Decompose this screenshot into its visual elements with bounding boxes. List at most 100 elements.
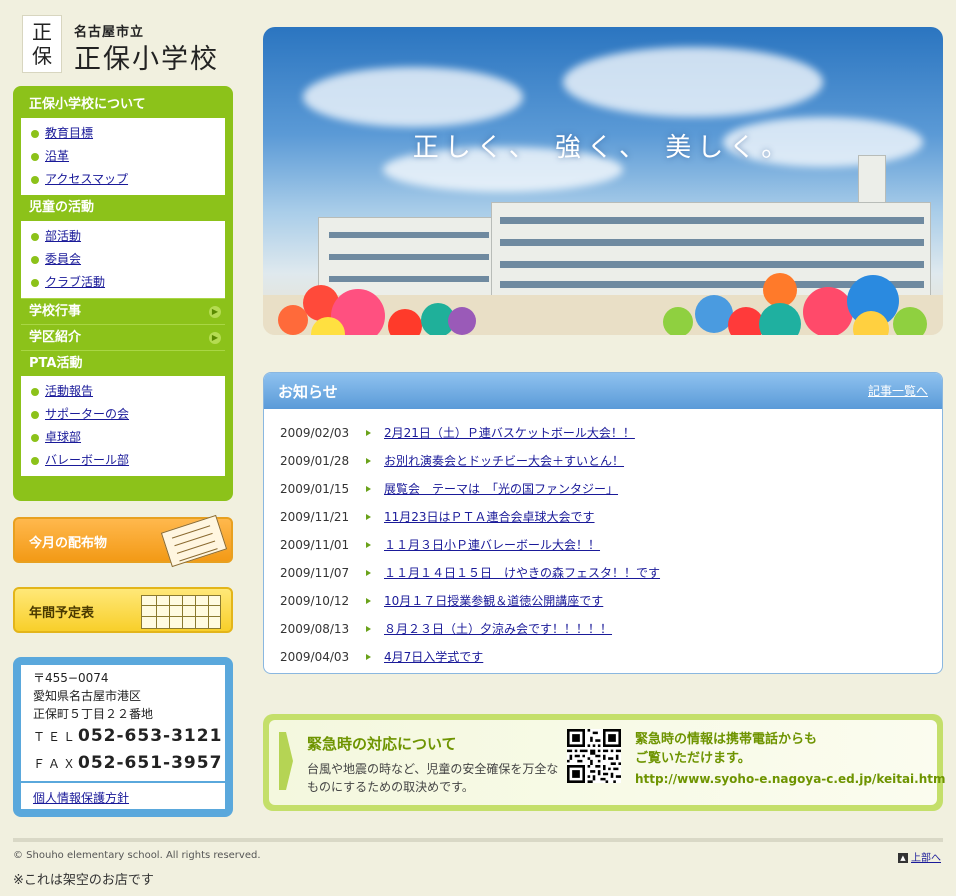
nav-link-volleyball[interactable]: バレーボール部 bbox=[45, 453, 129, 467]
nav-item-goals[interactable]: 教育目標 bbox=[31, 122, 225, 145]
nav-section-events-label: 学校行事 bbox=[29, 304, 82, 319]
hero-image: 正しく、 強く、 美しく。 bbox=[263, 27, 943, 335]
news-item: 2009/01/28 お別れ演奏会とドッチビー大会＋すいとん！ bbox=[280, 447, 942, 475]
nav-section-events[interactable]: 学校行事 ▶ bbox=[21, 298, 225, 324]
nav-item-history[interactable]: 沿革 bbox=[31, 145, 225, 168]
nav-link-club-activities[interactable]: クラブ活動 bbox=[45, 275, 105, 289]
privacy-policy-link[interactable]: 個人情報保護方針 bbox=[33, 791, 129, 805]
flower-decoration bbox=[663, 307, 693, 335]
nav-link-access-map[interactable]: アクセスマップ bbox=[45, 172, 128, 186]
nav-item-committee[interactable]: 委員会 bbox=[31, 248, 225, 271]
bullet-icon bbox=[31, 176, 39, 184]
arrow-right-icon: ▶ bbox=[209, 306, 221, 318]
logo-mark-bottom: 保 bbox=[32, 44, 52, 68]
nav-item-supporters[interactable]: サポーターの会 bbox=[31, 403, 225, 426]
monthly-handouts-label: 今月の配布物 bbox=[29, 536, 108, 551]
nav-list-about: 教育目標 沿革 アクセスマップ bbox=[21, 118, 225, 195]
nav-item-table-tennis[interactable]: 卓球部 bbox=[31, 426, 225, 449]
arrow-right-icon: ▶ bbox=[209, 332, 221, 344]
fictional-note: ※これは架空のお店です bbox=[13, 873, 154, 888]
news-link[interactable]: 展覧会 テーマは 「光の国ファンタジー」 bbox=[384, 475, 618, 503]
nav-list-activities: 部活動 委員会 クラブ活動 bbox=[21, 221, 225, 298]
emergency-banner-body: 緊急時の対応について 台風や地震の時など、児童の安全確保を万全なものにするための… bbox=[269, 720, 946, 805]
triangle-bullet-icon bbox=[366, 626, 371, 632]
news-link[interactable]: １１月３日小Ｐ連バレーボール大会！！ bbox=[384, 531, 600, 559]
sidebar-nav: 正保小学校について 教育目標 沿革 アクセスマップ 児童の活動 部活動 委員会 … bbox=[13, 86, 233, 501]
nav-item-reports[interactable]: 活動報告 bbox=[31, 380, 225, 403]
nav-item-access-map[interactable]: アクセスマップ bbox=[31, 168, 225, 191]
flower-decoration bbox=[763, 273, 797, 307]
news-item: 2009/11/21 11月23日はＰＴＡ連合会卓球大会です bbox=[280, 503, 942, 531]
flower-decoration bbox=[448, 307, 476, 335]
calendar-icon bbox=[141, 595, 221, 629]
qr-code-icon bbox=[567, 729, 621, 783]
contact-info-body: 〒455−0074 愛知県名古屋市港区 正保町５丁目２２番地 ＴＥＬ052-65… bbox=[21, 665, 225, 809]
nav-link-history[interactable]: 沿革 bbox=[45, 149, 69, 163]
document-icon bbox=[160, 514, 228, 568]
news-item: 2009/11/07 １１月１４日１５日 けやきの森フェスタ！！です bbox=[280, 559, 942, 587]
logo-mark-top: 正 bbox=[32, 20, 52, 44]
news-date: 2009/01/15 bbox=[280, 482, 350, 496]
nav-link-supporters[interactable]: サポーターの会 bbox=[45, 407, 129, 421]
news-link[interactable]: 10月１７日授業参観＆道徳公開講座です bbox=[384, 587, 603, 615]
nav-section-pta[interactable]: PTA活動 bbox=[21, 350, 225, 376]
news-date: 2009/11/21 bbox=[280, 510, 350, 524]
logo-mark: 正 保 bbox=[22, 15, 62, 73]
nav-item-volleyball[interactable]: バレーボール部 bbox=[31, 449, 225, 472]
nav-link-table-tennis[interactable]: 卓球部 bbox=[45, 430, 81, 444]
fax: ＦＡＸ052-651-3957 bbox=[33, 750, 221, 777]
nav-link-committee[interactable]: 委員会 bbox=[45, 252, 81, 266]
fax-number: 052-651-3957 bbox=[78, 753, 223, 773]
yearly-schedule-banner[interactable]: 年間予定表 bbox=[13, 587, 233, 633]
school-logo[interactable]: 正 保 名古屋市立 正保小学校 bbox=[22, 15, 232, 75]
news-link[interactable]: 11月23日はＰＴＡ連合会卓球大会です bbox=[384, 503, 595, 531]
bullet-icon bbox=[31, 279, 39, 287]
address-line1: 愛知県名古屋市港区 bbox=[33, 689, 142, 703]
yearly-schedule-label: 年間予定表 bbox=[29, 606, 95, 621]
emergency-description: 台風や地震の時など、児童の安全確保を万全なものにするための取決めです。 bbox=[307, 762, 559, 794]
triangle-bullet-icon bbox=[366, 514, 371, 520]
nav-link-goals[interactable]: 教育目標 bbox=[45, 126, 93, 140]
bullet-icon bbox=[31, 411, 39, 419]
mobile-url: http://www.syoho-e.nagoya-c.ed.jp/keitai… bbox=[635, 772, 946, 786]
address-line2: 正保町５丁目２２番地 bbox=[33, 707, 154, 721]
bullet-icon bbox=[31, 130, 39, 138]
triangle-bullet-icon bbox=[366, 598, 371, 604]
nav-section-activities[interactable]: 児童の活動 bbox=[21, 195, 225, 221]
news-item: 2009/01/15 展覧会 テーマは 「光の国ファンタジー」 bbox=[280, 475, 942, 503]
triangle-bullet-icon bbox=[366, 654, 371, 660]
tel: ＴＥＬ052-653-3121 bbox=[33, 723, 221, 750]
nav-item-clubs[interactable]: 部活動 bbox=[31, 225, 225, 248]
school-building bbox=[318, 217, 498, 297]
monthly-handouts-banner[interactable]: 今月の配布物 bbox=[13, 514, 233, 568]
triangle-bullet-icon bbox=[366, 542, 371, 548]
news-date: 2009/04/03 bbox=[280, 650, 350, 664]
hero-slogan: 正しく、 強く、 美しく。 bbox=[412, 133, 794, 163]
mobile-info-text: 緊急時の情報は携帯電話からも ご覧いただけます。 bbox=[635, 730, 817, 768]
mobile-info-line1: 緊急時の情報は携帯電話からも bbox=[635, 732, 818, 747]
news-date: 2009/10/12 bbox=[280, 594, 350, 608]
arrow-up-icon: ▲ bbox=[898, 853, 908, 863]
page-top-link[interactable]: ▲ 上部へ bbox=[898, 849, 941, 864]
nav-section-district[interactable]: 学区紹介 ▶ bbox=[21, 324, 225, 350]
news-link[interactable]: ８月２３日（土）夕涼み会です！！！！！ bbox=[384, 615, 612, 643]
news-date: 2009/02/03 bbox=[280, 426, 350, 440]
news-date: 2009/11/07 bbox=[280, 566, 350, 580]
news-all-link[interactable]: 記事一覧へ bbox=[868, 382, 928, 399]
news-link[interactable]: 2月21日（土）Ｐ連バスケットボール大会！！ bbox=[384, 419, 635, 447]
news-link[interactable]: 4月7日入学式です bbox=[384, 643, 483, 671]
tel-number: 052-653-3121 bbox=[78, 726, 223, 746]
nav-section-about[interactable]: 正保小学校について bbox=[21, 92, 225, 118]
page-top-label[interactable]: 上部へ bbox=[911, 853, 941, 864]
emergency-title: 緊急時の対応について bbox=[307, 735, 457, 753]
news-header: お知らせ 記事一覧へ bbox=[264, 373, 942, 409]
news-link[interactable]: １１月１４日１５日 けやきの森フェスタ！！です bbox=[384, 559, 660, 587]
nav-link-clubs[interactable]: 部活動 bbox=[45, 229, 81, 243]
emergency-banner[interactable]: 緊急時の対応について 台風や地震の時など、児童の安全確保を万全なものにするための… bbox=[263, 714, 946, 811]
nav-link-reports[interactable]: 活動報告 bbox=[45, 384, 93, 398]
nav-item-club-activities[interactable]: クラブ活動 bbox=[31, 271, 225, 294]
bullet-icon bbox=[31, 388, 39, 396]
news-item: 2009/11/01 １１月３日小Ｐ連バレーボール大会！！ bbox=[280, 531, 942, 559]
news-link[interactable]: お別れ演奏会とドッチビー大会＋すいとん！ bbox=[384, 447, 624, 475]
triangle-bullet-icon bbox=[366, 570, 371, 576]
